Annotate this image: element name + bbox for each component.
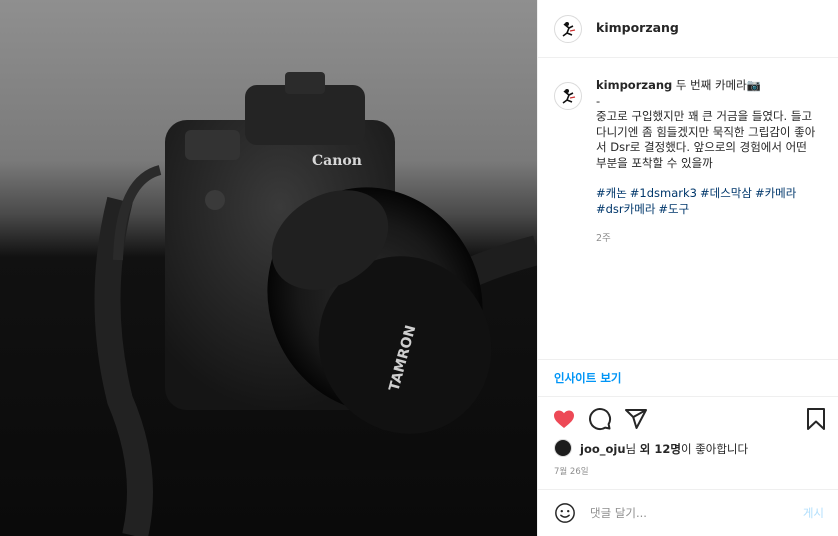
caption-time-ago: 2주 (596, 233, 611, 244)
action-bar (538, 402, 838, 436)
likes-suffix-2: 이 좋아합니다 (680, 442, 749, 456)
post-date: 7월 26일 (554, 467, 589, 477)
avatar[interactable] (554, 15, 582, 43)
view-insights-link[interactable]: 인사이트 보기 (554, 370, 621, 386)
hashtag-list: #캐논 #1dsmark3 #데스막삼 #카메라 #dsr카메라 #도구 (596, 186, 820, 217)
liker-username[interactable]: joo_oju (580, 442, 626, 456)
liker-avatar[interactable] (554, 439, 572, 457)
likes-suffix: 님 (625, 442, 640, 456)
bookmark-icon[interactable] (804, 407, 828, 431)
heart-filled-icon[interactable] (552, 407, 576, 431)
camera-brand-text: Canon (312, 153, 362, 169)
post-photo[interactable]: Canon TAMRON (0, 0, 537, 536)
comment-bar: 게시 (538, 489, 838, 536)
caption-title: 두 번째 카메라📷 (675, 78, 762, 92)
caption-text: kimporzang 두 번째 카메라📷 - 중고로 구입했지만 꽤 큰 거금을… (596, 78, 820, 247)
avatar-figure-icon (562, 89, 576, 104)
hashtag-link[interactable]: #dsr카메라 (596, 202, 655, 216)
post-comment-button[interactable]: 게시 (803, 505, 824, 521)
insight-bar: 인사이트 보기 (538, 359, 838, 397)
header-username[interactable]: kimporzang (596, 20, 679, 35)
avatar-figure-icon (562, 22, 576, 37)
likes-others[interactable]: 외 12명 (640, 442, 681, 456)
caption-dash: - (596, 93, 601, 108)
hashtag-link[interactable]: #도구 (658, 202, 689, 216)
hashtag-link[interactable]: #데스막삼 (700, 186, 752, 200)
hashtag-link[interactable]: #캐논 (596, 186, 627, 200)
speech-bubble-icon[interactable] (588, 407, 612, 431)
hashtag-link[interactable]: #1dsmark3 (630, 186, 697, 200)
camera-photo-illustration: Canon TAMRON (94, 72, 537, 536)
post-header: kimporzang (538, 0, 838, 58)
post-side-panel: kimporzang kimporzang 두 번째 카메라📷 - 중고로 구입… (537, 0, 838, 536)
paper-plane-icon[interactable] (624, 407, 648, 431)
caption-username[interactable]: kimporzang (596, 78, 672, 92)
caption-body: 중고로 구입했지만 꽤 큰 거금을 들였다. 들고다니기엔 좀 힘들겠지만 묵직… (596, 109, 816, 170)
comment-input[interactable] (590, 502, 780, 524)
caption-avatar[interactable] (554, 82, 582, 110)
smiley-icon[interactable] (554, 502, 576, 524)
hashtag-link[interactable]: #카메라 (755, 186, 796, 200)
likes-text[interactable]: joo_oju님 외 12명이 좋아합니다 (580, 441, 748, 457)
